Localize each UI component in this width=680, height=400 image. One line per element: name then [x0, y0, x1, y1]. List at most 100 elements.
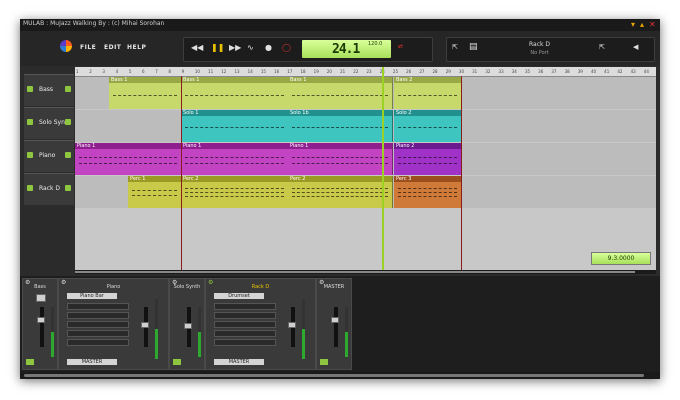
playhead-cursor[interactable] — [382, 67, 384, 274]
ruler-tick-label: 1 — [76, 69, 79, 74]
clip[interactable]: Perc 2 — [181, 176, 289, 208]
metronome-icon[interactable]: ◯ — [282, 43, 291, 52]
rack-name[interactable]: Rack D — [487, 41, 592, 48]
menu-file[interactable]: FILE — [80, 44, 96, 51]
menu-help[interactable]: HELP — [127, 44, 146, 51]
fx-slot[interactable] — [67, 339, 129, 346]
instrument-slot[interactable]: Piano Bar — [67, 293, 117, 299]
window-title: MULAB : MuJazz Walking By : (c) Mihai So… — [23, 20, 165, 27]
menu-edit[interactable]: EDIT — [104, 44, 121, 51]
speaker-icon[interactable] — [26, 359, 34, 365]
output-selector[interactable]: MASTER — [214, 359, 264, 365]
track-header-bass[interactable]: Bass — [24, 74, 74, 106]
speaker-icon[interactable] — [173, 359, 181, 365]
position-display[interactable]: 24.1 120.0 — [302, 40, 391, 58]
scroll-thumb[interactable] — [24, 374, 644, 377]
power-icon[interactable] — [65, 86, 71, 92]
mulab-logo-icon[interactable] — [60, 40, 72, 52]
fx-slot[interactable] — [214, 303, 276, 310]
tempo-value[interactable]: 120.0 — [368, 41, 382, 47]
scroll-thumb[interactable] — [75, 271, 635, 273]
fader-handle[interactable] — [37, 317, 45, 323]
arranger-area[interactable]: 1234567891011121314151617181920212223242… — [75, 67, 656, 270]
instrument-slot[interactable]: Drumset — [214, 293, 264, 299]
ruler-tick-label: 27 — [419, 69, 425, 74]
ruler-tick-label: 28 — [432, 69, 438, 74]
level-meter — [345, 307, 348, 357]
power-icon[interactable] — [65, 185, 71, 191]
fader-handle[interactable] — [288, 322, 296, 328]
rack-icon[interactable]: ▤ — [469, 42, 478, 52]
clip[interactable]: Bass 1 — [181, 77, 289, 109]
fader-handle[interactable] — [141, 322, 149, 328]
clip[interactable]: Solo 1 — [181, 110, 289, 142]
ruler-tick-label: 13 — [234, 69, 240, 74]
ruler-tick-label: 25 — [392, 69, 398, 74]
fx-slot[interactable] — [214, 312, 276, 319]
fast-forward-icon[interactable]: ▶▶ — [229, 43, 241, 52]
ruler-tick-label: 8 — [168, 69, 171, 74]
fx-slot[interactable] — [214, 321, 276, 328]
track-header-solo[interactable]: Solo Syn — [24, 107, 74, 139]
clip[interactable]: Perc 2 — [288, 176, 393, 208]
loop-start-marker[interactable] — [181, 76, 182, 270]
clip[interactable]: Solo 1b — [288, 110, 393, 142]
arranger-horizontal-scrollbar[interactable] — [75, 270, 656, 274]
ruler-tick-label: 41 — [604, 69, 610, 74]
ruler-tick-label: 36 — [538, 69, 544, 74]
fx-slot[interactable] — [67, 330, 129, 337]
pan-knob[interactable] — [36, 294, 46, 302]
pause-icon[interactable]: ❚❚ — [211, 43, 224, 52]
fader-handle[interactable] — [331, 317, 339, 323]
power-icon[interactable] — [65, 119, 71, 125]
minimize-icon[interactable]: ▾ — [631, 19, 635, 30]
speaker-icon[interactable]: ◀ — [633, 43, 638, 51]
loop-icon[interactable]: ∿ — [247, 43, 254, 52]
ruler-tick-label: 4 — [115, 69, 119, 74]
mixer-horizontal-scrollbar[interactable] — [20, 372, 660, 379]
fx-slot[interactable] — [214, 330, 276, 337]
clip[interactable]: Bass 2 — [394, 77, 462, 109]
ruler-tick-label: 44 — [643, 69, 649, 74]
track-header-rack[interactable]: Rack D — [24, 173, 74, 205]
clip[interactable]: Bass 1 — [288, 77, 393, 109]
transport-panel: ◀◀ ❚❚ ▶▶ ∿ ● ◯ 24.1 120.0 ⇄ — [183, 37, 433, 62]
timeline-ruler[interactable]: 1234567891011121314151617181920212223242… — [75, 67, 656, 77]
clip[interactable]: Bass 1 — [109, 77, 182, 109]
clip[interactable]: Perc 1 — [128, 176, 182, 208]
fx-slot[interactable] — [214, 339, 276, 346]
clip[interactable]: Piano 1 — [288, 143, 393, 175]
clip[interactable]: Solo 2 — [394, 110, 462, 142]
ruler-tick-label: 18 — [300, 69, 306, 74]
speaker-icon[interactable] — [320, 359, 328, 365]
output-selector[interactable]: MASTER — [67, 359, 117, 365]
close-icon[interactable]: ✕ — [649, 19, 656, 30]
clip[interactable]: Piano 1 — [181, 143, 289, 175]
track-header-piano[interactable]: Piano — [24, 140, 74, 172]
volume-fader-track[interactable] — [40, 307, 44, 347]
ruler-tick-label: 22 — [353, 69, 359, 74]
fx-slot[interactable] — [67, 312, 129, 319]
record-icon[interactable]: ● — [265, 43, 272, 52]
ruler-tick-label: 35 — [524, 69, 531, 74]
zoom-display[interactable]: 9.3.0000 — [591, 252, 651, 265]
track-icon — [27, 119, 33, 125]
loop-end-marker[interactable] — [461, 76, 462, 270]
fader-handle[interactable] — [184, 323, 192, 329]
clip[interactable]: Piano 2 — [394, 143, 462, 175]
sync-icon[interactable]: ⇄ — [398, 43, 403, 50]
ruler-tick-label: 39 — [577, 69, 583, 74]
volume-fader-track[interactable] — [334, 307, 338, 347]
output-icon[interactable]: ⇱ — [452, 43, 458, 51]
rack-port[interactable]: No Port — [487, 50, 592, 56]
fx-slot[interactable] — [67, 303, 129, 310]
clip[interactable]: Perc 3 — [394, 176, 462, 208]
power-icon[interactable] — [65, 152, 71, 158]
fx-slot[interactable] — [67, 321, 129, 328]
rewind-icon[interactable]: ◀◀ — [191, 43, 203, 52]
title-bar: MULAB : MuJazz Walking By : (c) Mihai So… — [20, 19, 660, 31]
rack-output-icon[interactable]: ⇱ — [599, 43, 605, 51]
song-position: 24.1 — [332, 42, 360, 57]
clip[interactable]: Piano 1 — [75, 143, 182, 175]
maximize-icon[interactable]: ▴ — [640, 19, 644, 30]
